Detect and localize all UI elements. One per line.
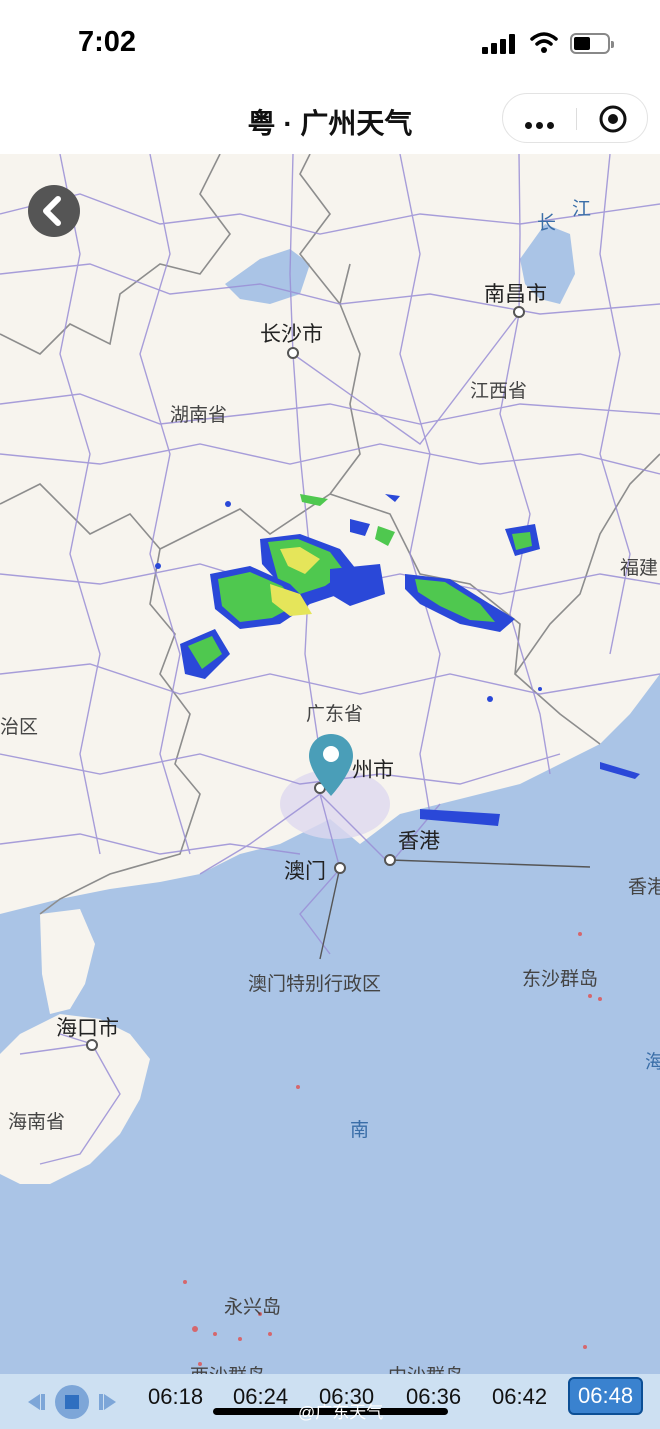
playback-controls[interactable]	[26, 1384, 118, 1420]
label-xisha: 西沙群岛	[190, 1361, 266, 1374]
label-sea-edge: 海	[645, 1052, 660, 1073]
label-hongkong: 香港	[398, 830, 440, 853]
label-hainan: 海南省	[8, 1112, 66, 1133]
label-macau-sar: 澳门特别行政区	[248, 974, 382, 995]
back-button[interactable]	[28, 185, 80, 237]
label-river-jiang: 江	[572, 199, 592, 220]
label-zhongsha: 中沙群岛	[388, 1361, 464, 1374]
label-guangzhou: 州市	[352, 759, 394, 782]
label-river-chang: 长	[537, 213, 557, 234]
label-yongxing: 永兴岛	[224, 1297, 282, 1318]
label-guangdong: 广东省	[306, 704, 364, 725]
label-fujian: 福建	[620, 558, 659, 579]
status-bar: 7:02	[0, 0, 660, 90]
label-macau: 澳门	[284, 860, 326, 883]
timeline-tick-active[interactable]: 06:48	[568, 1377, 644, 1415]
timeline-tick[interactable]: 06:42	[492, 1384, 547, 1410]
label-jiangxi: 江西省	[470, 381, 528, 402]
status-time: 7:02	[78, 26, 137, 58]
battery-icon	[570, 33, 614, 54]
timeline-tick[interactable]: 06:18	[148, 1384, 203, 1410]
cellular-signal-icon	[482, 34, 518, 54]
radar-map[interactable]: 长沙市 南昌市 湖南省 江西省 福建 广东省 州市 香港 香港 澳门 澳门特别行…	[0, 154, 660, 1374]
chevron-left-icon	[43, 196, 61, 226]
step-back-icon	[28, 1394, 45, 1410]
label-south-sea: 南	[350, 1120, 370, 1141]
close-miniprogram-icon[interactable]	[598, 104, 628, 134]
label-nanchang: 南昌市	[484, 283, 547, 306]
more-options-button[interactable]	[525, 116, 558, 134]
timeline-tick[interactable]: 06:36	[406, 1384, 461, 1410]
miniprogram-capsule	[502, 93, 648, 143]
label-region-edge: 治区	[0, 717, 39, 738]
timeline-tick[interactable]: 06:24	[233, 1384, 288, 1410]
label-dongsha: 东沙群岛	[522, 969, 599, 990]
nav-bar: 粤 · 广州天气	[0, 90, 660, 154]
label-changsha: 长沙市	[260, 323, 323, 346]
label-haikou: 海口市	[56, 1017, 119, 1040]
wifi-icon	[530, 32, 558, 53]
label-hongkong-edge: 香港	[628, 877, 660, 898]
location-pin-icon[interactable]	[307, 732, 355, 798]
stop-icon	[55, 1385, 89, 1419]
watermark: @广东天气	[298, 1403, 384, 1422]
label-hunan: 湖南省	[170, 405, 228, 426]
step-forward-icon	[99, 1394, 116, 1410]
